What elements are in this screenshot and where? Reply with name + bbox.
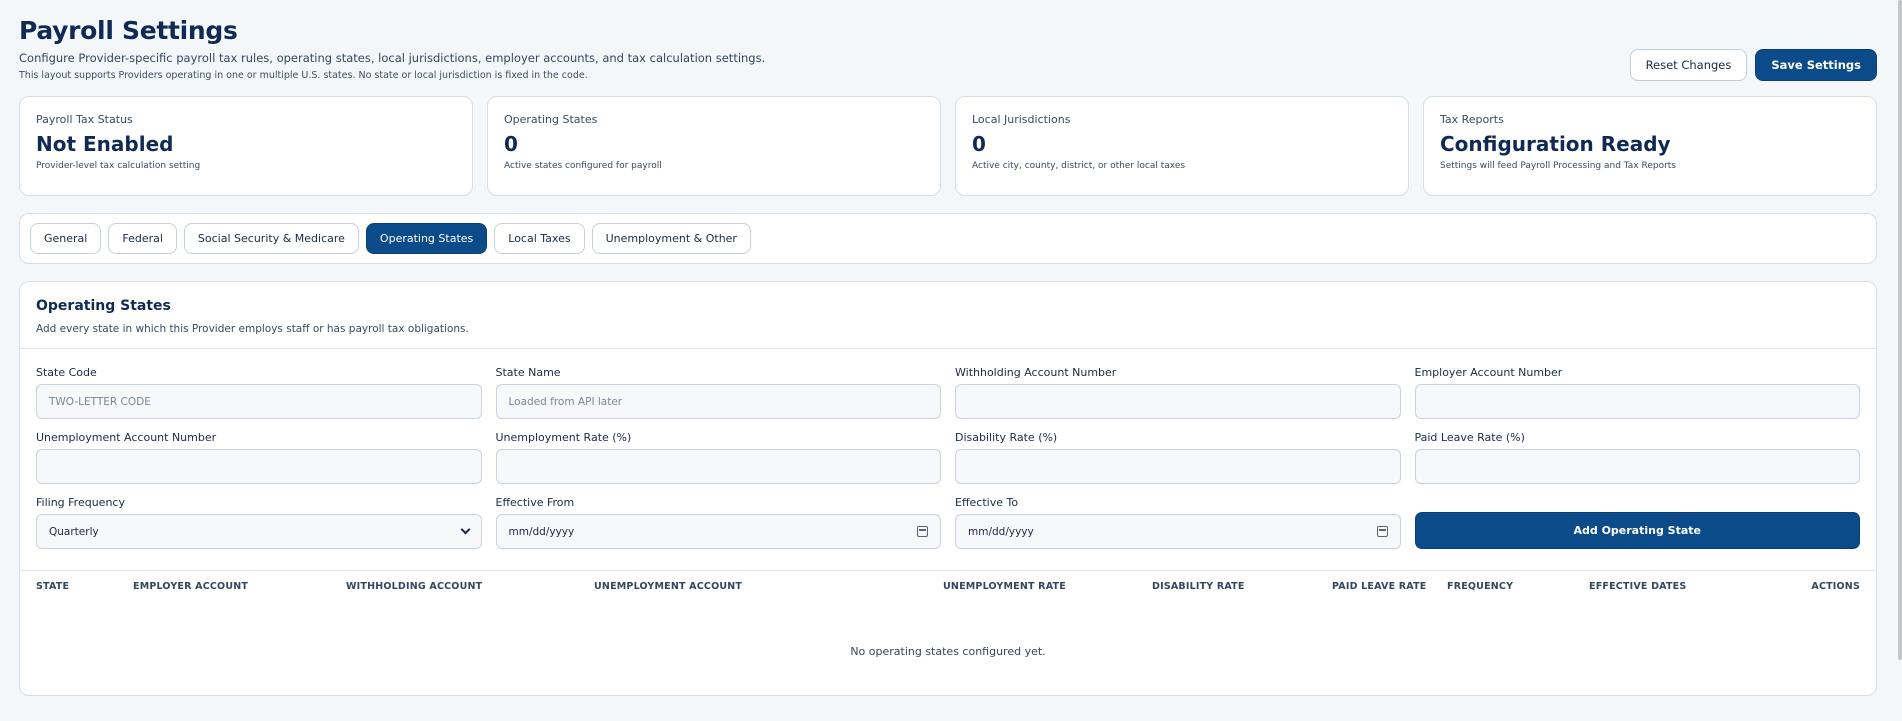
stat-desc: Provider-level tax calculation setting xyxy=(36,161,201,171)
effective-to-placeholder: mm/dd/yyyy xyxy=(968,525,1034,538)
panel-header: Operating States Add every state in whic… xyxy=(20,282,1876,349)
operating-state-form: State Code State Name Withholding Accoun… xyxy=(20,349,1876,549)
stats-row: Payroll Tax Status Not Enabled Provider-… xyxy=(19,96,1877,196)
disability-rate-field: Disability Rate (%) xyxy=(955,431,1401,484)
stat-card-local-jurisdictions: Local Jurisdictions 0 Active city, count… xyxy=(955,96,1409,196)
tab-unemployment-other[interactable]: Unemployment & Other xyxy=(591,223,751,254)
column-header-effective-dates: EFFECTIVE DATES xyxy=(1589,581,1687,592)
panel-description: Add every state in which this Provider e… xyxy=(36,323,469,335)
column-header-unemployment-rate: UNEMPLOYMENT RATE xyxy=(943,581,1066,592)
stat-label: Payroll Tax Status xyxy=(36,113,133,126)
employer-account-field: Employer Account Number xyxy=(1414,366,1860,419)
unemployment-rate-input[interactable] xyxy=(495,449,941,484)
stat-value: 0 xyxy=(504,132,518,156)
settings-tabs: General Federal Social Security & Medica… xyxy=(19,213,1877,264)
tab-operating-states[interactable]: Operating States xyxy=(365,223,488,254)
disability-rate-label: Disability Rate (%) xyxy=(955,431,1058,444)
state-name-field: State Name xyxy=(495,366,941,419)
add-operating-state-button[interactable]: Add Operating State xyxy=(1414,512,1860,549)
page-subtitle: Configure Provider-specific payroll tax … xyxy=(19,51,766,65)
page-note: This layout supports Providers operating… xyxy=(19,70,588,81)
unemployment-account-field: Unemployment Account Number xyxy=(36,431,482,484)
paid-leave-rate-label: Paid Leave Rate (%) xyxy=(1414,431,1525,444)
tab-federal[interactable]: Federal xyxy=(108,223,177,254)
column-header-actions: ACTIONS xyxy=(1811,581,1860,592)
stat-desc: Active states configured for payroll xyxy=(504,161,662,171)
column-header-employer-account: EMPLOYER ACCOUNT xyxy=(133,581,249,592)
calendar-icon[interactable] xyxy=(917,526,928,537)
calendar-icon[interactable] xyxy=(1376,526,1388,537)
tab-general[interactable]: General xyxy=(30,223,102,254)
chevron-down-icon xyxy=(460,524,470,535)
column-header-unemployment-account: UNEMPLOYMENT ACCOUNT xyxy=(594,581,743,592)
stat-label: Tax Reports xyxy=(1440,113,1504,126)
state-code-label: State Code xyxy=(36,366,97,379)
effective-from-field: Effective From mm/dd/yyyy xyxy=(495,496,941,549)
header-actions: Reset Changes Save Settings xyxy=(1629,49,1877,81)
unemployment-rate-field: Unemployment Rate (%) xyxy=(495,431,941,484)
column-header-withholding-account: WITHHOLDING ACCOUNT xyxy=(346,581,483,592)
panel-title: Operating States xyxy=(36,298,171,314)
stat-desc: Settings will feed Payroll Processing an… xyxy=(1440,161,1676,171)
effective-to-label: Effective To xyxy=(955,496,1019,509)
withholding-account-field: Withholding Account Number xyxy=(955,366,1401,419)
operating-states-table: STATE EMPLOYER ACCOUNT WITHHOLDING ACCOU… xyxy=(20,570,1876,658)
unemployment-account-input[interactable] xyxy=(36,449,482,484)
stat-value: Configuration Ready xyxy=(1440,132,1671,156)
stat-value: 0 xyxy=(972,132,986,156)
column-header-disability-rate: DISABILITY RATE xyxy=(1152,581,1245,592)
page-header: Payroll Settings Configure Provider-spec… xyxy=(19,14,1877,96)
operating-states-panel: Operating States Add every state in whic… xyxy=(19,281,1877,696)
withholding-account-label: Withholding Account Number xyxy=(955,366,1117,379)
column-header-paid-leave-rate: PAID LEAVE RATE xyxy=(1332,581,1427,592)
column-header-frequency: FREQUENCY xyxy=(1447,581,1514,592)
payroll-settings-page: Payroll Settings Configure Provider-spec… xyxy=(19,14,1877,696)
stat-desc: Active city, county, district, or other … xyxy=(972,161,1186,171)
filing-frequency-field: Filing Frequency Quarterly xyxy=(36,496,482,549)
state-name-input[interactable] xyxy=(495,384,941,419)
state-code-field: State Code xyxy=(36,366,482,419)
effective-to-input[interactable]: mm/dd/yyyy xyxy=(955,514,1401,549)
paid-leave-rate-field: Paid Leave Rate (%) xyxy=(1414,431,1860,484)
tab-social-security-medicare[interactable]: Social Security & Medicare xyxy=(183,223,359,254)
stat-card-payroll-tax-status: Payroll Tax Status Not Enabled Provider-… xyxy=(19,96,473,196)
unemployment-rate-label: Unemployment Rate (%) xyxy=(495,431,632,444)
page-title: Payroll Settings xyxy=(19,16,238,45)
table-header: STATE EMPLOYER ACCOUNT WITHHOLDING ACCOU… xyxy=(20,571,1876,603)
filing-frequency-label: Filing Frequency xyxy=(36,496,125,509)
table-empty-state: No operating states configured yet. xyxy=(850,645,1046,658)
page-scrollbar[interactable] xyxy=(1898,0,1902,660)
filing-frequency-select[interactable]: Quarterly xyxy=(36,514,482,549)
disability-rate-input[interactable] xyxy=(955,449,1401,484)
stat-card-operating-states: Operating States 0 Active states configu… xyxy=(487,96,941,196)
unemployment-account-label: Unemployment Account Number xyxy=(36,431,217,444)
stat-label: Operating States xyxy=(504,113,598,126)
reset-changes-button[interactable]: Reset Changes xyxy=(1629,49,1748,81)
stat-card-tax-reports: Tax Reports Configuration Ready Settings… xyxy=(1423,96,1877,196)
save-settings-button[interactable]: Save Settings xyxy=(1755,49,1877,81)
add-state-field: Add Operating State xyxy=(1414,496,1860,549)
effective-from-placeholder: mm/dd/yyyy xyxy=(508,525,575,538)
column-header-state: STATE xyxy=(36,581,70,592)
effective-from-label: Effective From xyxy=(495,496,575,509)
employer-account-label: Employer Account Number xyxy=(1414,366,1563,379)
employer-account-input[interactable] xyxy=(1414,384,1860,419)
withholding-account-input[interactable] xyxy=(955,384,1401,419)
effective-to-field: Effective To mm/dd/yyyy xyxy=(955,496,1401,549)
state-name-label: State Name xyxy=(495,366,561,379)
tab-local-taxes[interactable]: Local Taxes xyxy=(494,223,585,254)
paid-leave-rate-input[interactable] xyxy=(1414,449,1860,484)
stat-label: Local Jurisdictions xyxy=(972,113,1071,126)
state-code-input[interactable] xyxy=(36,384,482,419)
filing-frequency-value: Quarterly xyxy=(49,525,99,538)
effective-from-input[interactable]: mm/dd/yyyy xyxy=(495,514,941,549)
stat-value: Not Enabled xyxy=(36,132,174,156)
